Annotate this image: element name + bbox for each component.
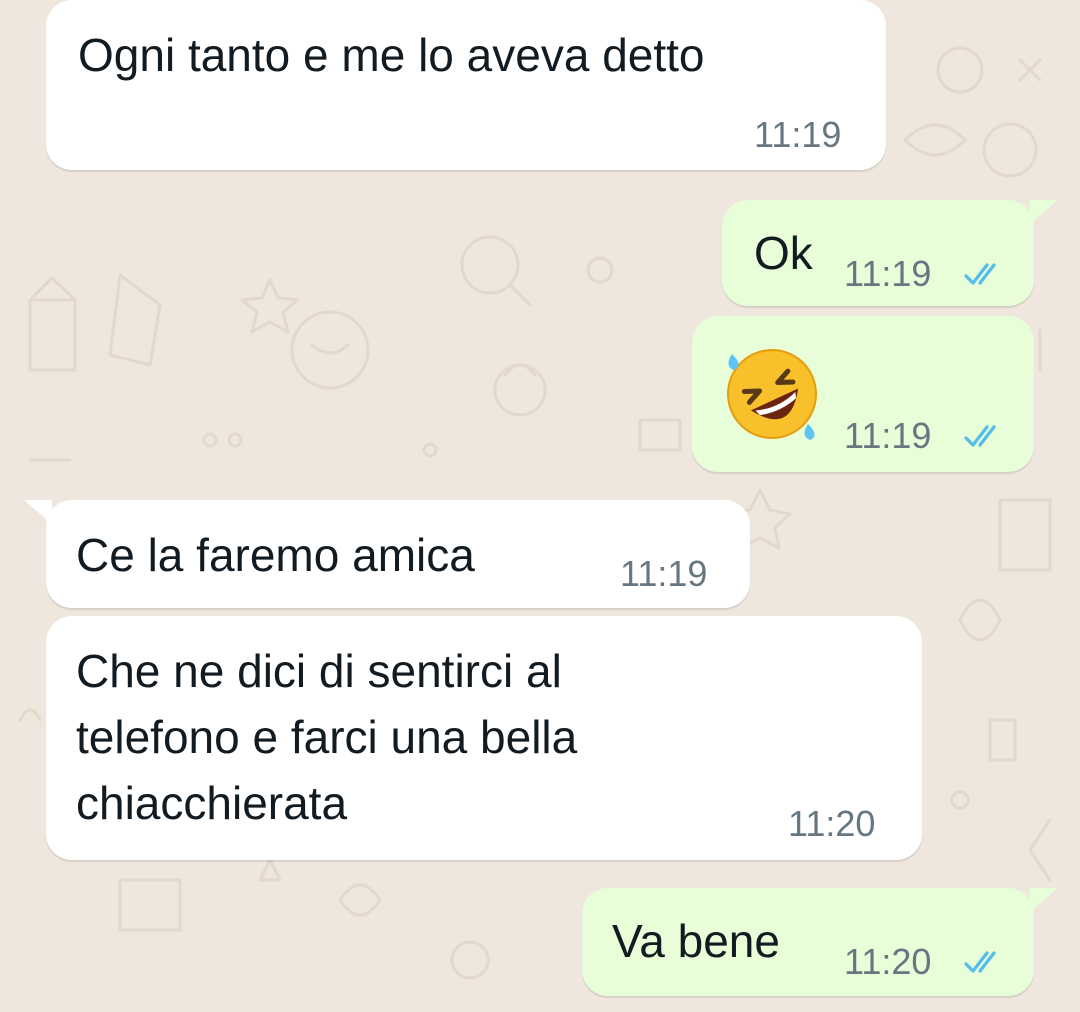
message-bubble-incoming[interactable]: Che ne dici di sentirci al telefono e fa… bbox=[46, 616, 922, 860]
message-timestamp: 11:20 bbox=[788, 803, 876, 844]
message-bubble-outgoing[interactable]: Ok 11:19 bbox=[722, 200, 1034, 306]
message-bubble-outgoing[interactable]: 11:19 bbox=[692, 316, 1034, 472]
message-timestamp: 11:19 bbox=[620, 553, 708, 594]
bubble-tail bbox=[1030, 200, 1058, 224]
message-timestamp: 11:20 bbox=[844, 941, 932, 982]
read-ticks-icon bbox=[964, 263, 996, 285]
message-timestamp: 11:19 bbox=[754, 114, 842, 155]
rolling-on-the-floor-laughing-emoji-icon bbox=[727, 349, 817, 440]
message-timestamp: 11:19 bbox=[844, 415, 932, 456]
read-ticks-icon bbox=[964, 425, 996, 447]
message-timestamp: 11:19 bbox=[844, 253, 932, 294]
message-bubble-outgoing[interactable]: Va bene 11:20 bbox=[582, 888, 1034, 996]
message-text: Ok bbox=[754, 227, 813, 279]
message-bubble-incoming[interactable]: Ogni tanto e me lo aveva detto 11:19 bbox=[46, 0, 886, 170]
read-ticks-icon bbox=[964, 951, 996, 973]
message-text: Va bene bbox=[612, 915, 780, 967]
message-bubble-incoming[interactable]: Ce la faremo amica 11:19 bbox=[46, 500, 750, 608]
message-text: Ce la faremo amica bbox=[76, 529, 475, 581]
bubble-tail bbox=[1030, 888, 1058, 912]
message-text: Ogni tanto e me lo aveva detto bbox=[78, 29, 705, 81]
message-text: Che ne dici di sentirci al telefono e fa… bbox=[76, 645, 578, 829]
